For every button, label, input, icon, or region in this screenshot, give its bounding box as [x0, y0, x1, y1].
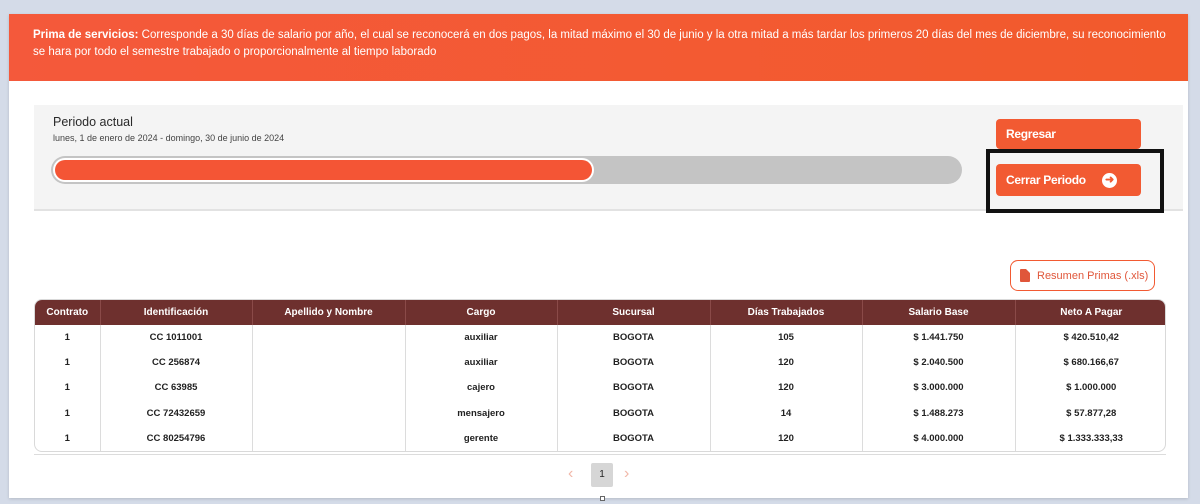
table-bottom-divider: [34, 454, 1166, 455]
column-header[interactable]: Contrato: [35, 300, 101, 325]
table-row[interactable]: 1 CC 63985 cajero BOGOTA 120 $ 3.000.000 $ 1.0…: [35, 375, 1165, 401]
info-banner: Prima de servicios: Corresponde a 30 día…: [9, 14, 1188, 81]
table-cell: [252, 350, 406, 376]
table-cell: 1: [35, 350, 101, 376]
table-cell: $ 3.000.000: [862, 375, 1016, 401]
table-cell: CC 72432659: [100, 400, 253, 426]
column-header[interactable]: Sucursal: [557, 300, 711, 325]
table-cell: $ 1.000.000: [1066, 382, 1117, 394]
table-cell: BOGOTA: [557, 400, 711, 426]
resumen-primas-button[interactable]: Resumen Primas (.xls): [1010, 260, 1155, 291]
resumen-primas-label: Resumen Primas (.xls): [1037, 269, 1149, 282]
table-cell: 1: [35, 325, 101, 351]
page-number-button[interactable]: 1: [591, 463, 613, 487]
table-cell: 105: [710, 325, 863, 351]
column-header[interactable]: Apellido y Nombre: [252, 300, 406, 325]
pdf-file-icon: [1020, 269, 1030, 282]
column-header[interactable]: Días Trabajados: [710, 300, 863, 325]
column-header[interactable]: Cargo: [405, 300, 558, 325]
primas-table: Contrato Identificación Apellido y Nombr…: [34, 299, 1166, 452]
table-cell: CC 256874: [100, 350, 253, 376]
table-cell: 120: [710, 375, 863, 401]
table-cell: BOGOTA: [557, 425, 711, 451]
table-cell: $ 4.000.000: [862, 425, 1016, 451]
table-cell: BOGOTA: [557, 325, 711, 351]
table-cell: $ 680.166,67: [1063, 357, 1119, 369]
table-cell: CC 63985: [100, 375, 253, 401]
chevron-right-icon[interactable]: ›: [624, 465, 629, 483]
table-cell: [252, 375, 406, 401]
regresar-button[interactable]: Regresar: [996, 119, 1141, 149]
table-cell: auxiliar: [405, 325, 558, 351]
period-title: Periodo actual: [53, 115, 133, 129]
table-cell: [252, 400, 406, 426]
table-cell: [252, 425, 406, 451]
chevron-left-icon[interactable]: ‹: [568, 465, 573, 483]
pagination: ‹ 1 ›: [564, 463, 644, 487]
column-header[interactable]: Identificación: [100, 300, 253, 325]
table-cell: 1: [35, 375, 101, 401]
table-cell: BOGOTA: [557, 350, 711, 376]
period-progress-fill: [55, 160, 593, 180]
table-cell: BOGOTA: [557, 375, 711, 401]
column-header[interactable]: Neto A Pagar: [1015, 300, 1165, 325]
table-cell: $ 57.877,28: [1066, 407, 1117, 419]
table-cell: $ 1.333.333,33: [1059, 432, 1123, 444]
period-progress-bar: [51, 156, 962, 184]
highlight-annotation-box: [986, 149, 1164, 213]
table-cell: [252, 325, 406, 351]
table-header-row: Contrato Identificación Apellido y Nombr…: [35, 300, 1165, 325]
main-card: Prima de servicios: Corresponde a 30 día…: [9, 14, 1188, 498]
period-range: lunes, 1 de enero de 2024 - domingo, 30 …: [53, 133, 285, 143]
resize-handle[interactable]: [600, 496, 605, 501]
table-cell: $ 1.441.750: [862, 325, 1016, 351]
table-cell: mensajero: [405, 400, 558, 426]
table-cell: 120: [710, 425, 863, 451]
table-row[interactable]: 1 CC 1011001 auxiliar BOGOTA 105 $ 1.441.750 $…: [35, 325, 1165, 351]
table-cell: 120: [710, 350, 863, 376]
table-cell: $ 1.488.273: [862, 400, 1016, 426]
column-header[interactable]: Salario Base: [862, 300, 1016, 325]
table-cell: cajero: [405, 375, 558, 401]
table-cell: 14: [710, 400, 863, 426]
table-row[interactable]: 1 CC 72432659 mensajero BOGOTA 14 $ 1.488.273…: [35, 400, 1165, 426]
table-cell: CC 1011001: [100, 325, 253, 351]
table-cell: $ 420.510,42: [1063, 332, 1119, 344]
banner-text: Corresponde a 30 días de salario por año…: [33, 29, 1166, 58]
banner-label: Prima de servicios:: [33, 29, 139, 41]
table-cell: gerente: [405, 425, 558, 451]
table-cell: $ 2.040.500: [862, 350, 1016, 376]
table-cell: CC 80254796: [100, 425, 253, 451]
table-row[interactable]: 1 CC 256874 auxiliar BOGOTA 120 $ 2.040.500 $ …: [35, 350, 1165, 376]
table-cell: 1: [35, 400, 101, 426]
table-cell: auxiliar: [405, 350, 558, 376]
table-row[interactable]: 1 CC 80254796 gerente BOGOTA 120 $ 4.000.000 $…: [35, 425, 1165, 451]
table-cell: 1: [35, 425, 101, 451]
